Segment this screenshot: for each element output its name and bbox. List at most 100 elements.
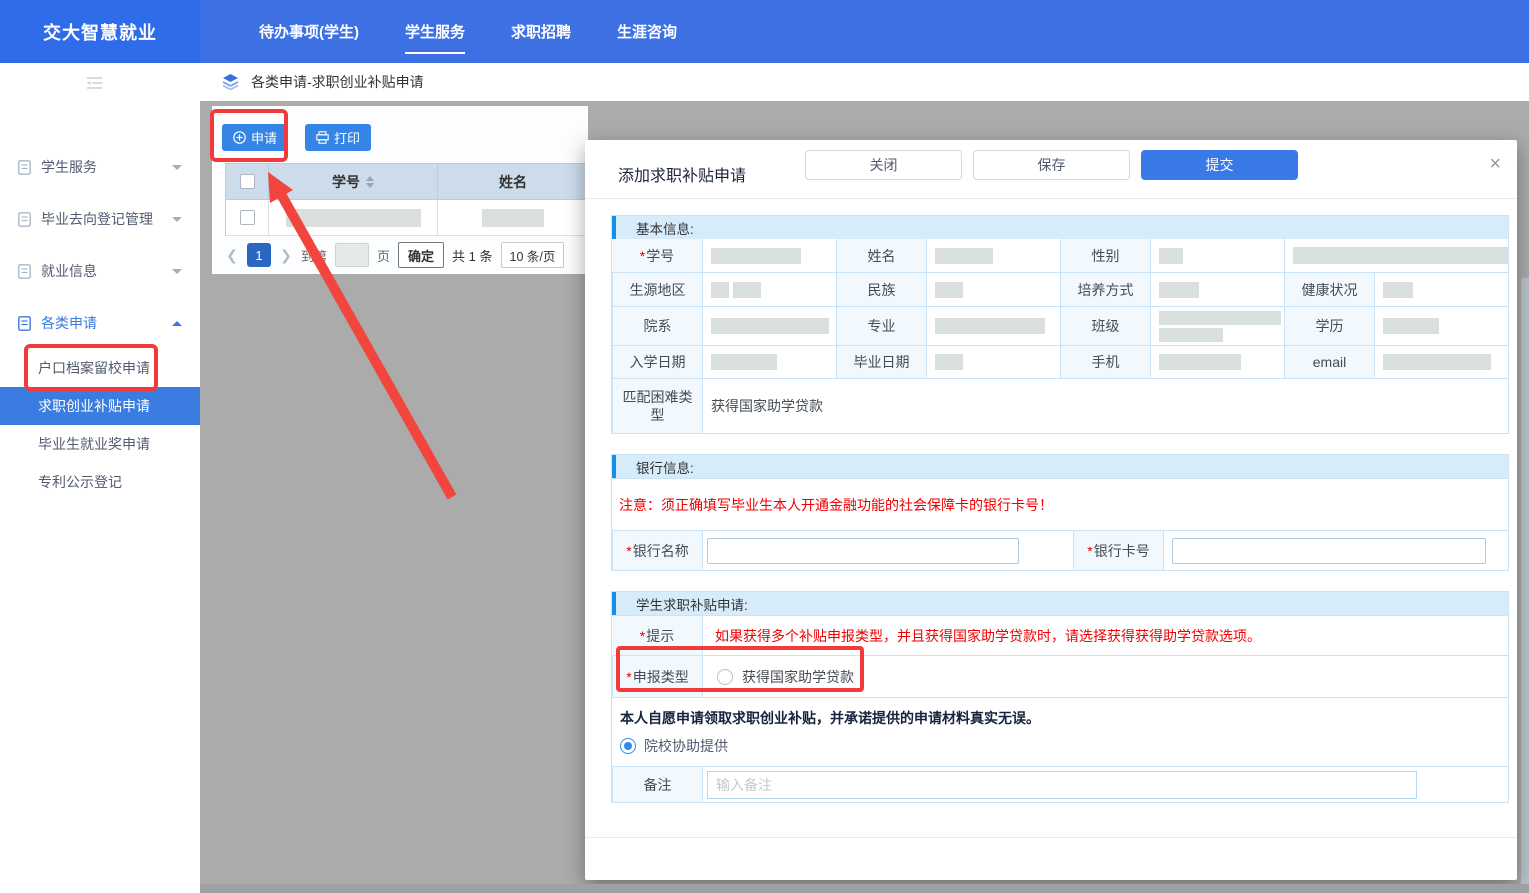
basic-info-section: 基本信息: *学号 姓名 性别 生源地区 民族 培养方式 健康状况 院系 专 [611, 215, 1509, 434]
difficulty-type-label: 匹配困难类型 [617, 388, 698, 424]
redacted-value [1159, 328, 1223, 342]
origin-region-label: 生源地区 [630, 280, 686, 300]
vertical-scrollbar[interactable] [1521, 278, 1529, 884]
sidebar-group-student-services[interactable]: 学生服务 [0, 141, 200, 193]
page-size-select[interactable]: 10 条/页 [501, 242, 565, 268]
ethnicity-label: 民族 [868, 280, 896, 300]
redacted-value [711, 354, 777, 370]
required-asterisk: * [626, 543, 631, 559]
document-icon [18, 316, 31, 331]
required-asterisk: * [640, 248, 645, 264]
column-header-student-id[interactable]: 学号 [269, 164, 438, 200]
redacted-name [482, 209, 544, 227]
prev-page-icon[interactable]: ❮ [225, 247, 239, 264]
top-nav-items: 待办事项(学生) 学生服务 求职招聘 生涯咨询 [200, 0, 700, 63]
nav-item-todo[interactable]: 待办事项(学生) [236, 0, 382, 63]
sidebar-group-employment-info[interactable]: 就业信息 [0, 245, 200, 297]
subsidy-application-section: 学生求职补贴申请: * 提示 如果获得多个补贴申报类型，并且获得国家助学贷款时，请… [611, 591, 1509, 803]
total-count-label: 共 1 条 [452, 246, 492, 265]
modal-title: 添加求职补贴申请 [618, 162, 746, 186]
bank-notice: 注意：须正确填写毕业生本人开通金融功能的社会保障卡的银行卡号！ [619, 495, 1053, 515]
redacted-value [1159, 354, 1241, 370]
education-level-label: 学历 [1316, 316, 1344, 336]
page-number-button[interactable]: 1 [247, 243, 271, 267]
goto-label: 到第 [301, 246, 327, 265]
redacted-value [711, 248, 801, 264]
next-page-icon[interactable]: ❯ [279, 247, 293, 264]
nav-item-job-recruitment[interactable]: 求职招聘 [488, 0, 594, 63]
sidebar-item-hukou-archive[interactable]: 户口档案留校申请 [0, 349, 200, 387]
redacted-value [935, 354, 963, 370]
required-asterisk: * [626, 669, 631, 685]
subsidy-section-header: 学生求职补贴申请: [612, 592, 1508, 615]
redacted-value [935, 282, 963, 298]
divider [585, 198, 1517, 199]
redacted-value [711, 282, 729, 298]
difficulty-type-value: 获得国家助学贷款 [711, 396, 823, 416]
sidebar-group-applications[interactable]: 各类申请 [0, 297, 200, 349]
list-panel: 申请 打印 学号 姓名 ❮ 1 [212, 106, 588, 274]
bank-card-input[interactable] [1172, 538, 1486, 564]
select-all-checkbox[interactable] [240, 174, 255, 189]
close-icon[interactable]: × [1489, 154, 1501, 174]
breadcrumb-bar: 各类申请-求职创业补贴申请 [200, 63, 1529, 101]
bank-name-input[interactable] [707, 538, 1019, 564]
document-icon [18, 264, 31, 279]
email-label: email [1313, 354, 1346, 370]
column-header-name: 姓名 [438, 164, 588, 200]
basic-info-header: 基本信息: [612, 216, 1508, 239]
pagination: ❮ 1 ❯ 到第 页 确定 共 1 条 10 条/页 [225, 237, 588, 273]
breadcrumb: 各类申请-求职创业补贴申请 [251, 72, 424, 92]
school-assist-radio[interactable] [620, 738, 636, 754]
redacted-value [1159, 248, 1183, 264]
tip-text: 如果获得多个补贴申报类型，并且获得国家助学贷款时，请选择获得获得助学贷款选项。 [703, 626, 1261, 646]
layers-icon [222, 74, 239, 90]
redacted-value [1383, 282, 1413, 298]
nav-item-student-services[interactable]: 学生服务 [382, 0, 488, 63]
app-logo: 交大智慧就业 [0, 0, 200, 63]
sidebar-menu: 学生服务 毕业去向登记管理 就业信息 [0, 103, 200, 501]
school-assist-option-label: 院校协助提供 [644, 736, 728, 756]
phone-label: 手机 [1092, 352, 1120, 372]
enrollment-date-label: 入学日期 [630, 352, 686, 372]
close-button[interactable]: 关闭 [805, 150, 962, 180]
sidebar-group-graduation-registration[interactable]: 毕业去向登记管理 [0, 193, 200, 245]
sidebar-item-graduate-award[interactable]: 毕业生就业奖申请 [0, 425, 200, 463]
printer-icon [316, 131, 329, 144]
redacted-value [1383, 318, 1439, 334]
submit-button[interactable]: 提交 [1141, 150, 1298, 180]
print-button[interactable]: 打印 [305, 124, 371, 151]
top-navbar: 交大智慧就业 待办事项(学生) 学生服务 求职招聘 生涯咨询 [0, 0, 1529, 63]
goto-confirm-button[interactable]: 确定 [398, 242, 444, 268]
apply-button[interactable]: 申请 [222, 124, 288, 151]
applications-table: 学号 姓名 [225, 163, 588, 236]
chevron-down-icon [172, 269, 182, 274]
save-button[interactable]: 保存 [973, 150, 1130, 180]
table-header-row: 学号 姓名 [226, 164, 588, 200]
goto-page-input[interactable] [335, 243, 369, 267]
modal-footer-divider [585, 837, 1517, 838]
declare-type-label: 申报类型 [633, 667, 689, 687]
redacted-value [935, 318, 1045, 334]
horizontal-scrollbar[interactable] [200, 884, 1529, 893]
tip-label: 提示 [646, 626, 674, 646]
health-status-label: 健康状况 [1302, 280, 1358, 300]
loan-type-radio[interactable] [717, 669, 733, 685]
toolbar: 申请 打印 [222, 124, 371, 151]
page-suffix-label: 页 [377, 246, 390, 265]
bank-info-header: 银行信息: [612, 455, 1508, 478]
plus-circle-icon [233, 131, 246, 144]
table-row[interactable] [226, 200, 588, 236]
redacted-value [711, 318, 829, 334]
nav-item-career-counseling[interactable]: 生涯咨询 [594, 0, 700, 63]
chevron-down-icon [172, 165, 182, 170]
collapse-menu-icon[interactable] [86, 76, 103, 90]
row-checkbox[interactable] [240, 210, 255, 225]
sidebar-item-job-subsidy[interactable]: 求职创业补贴申请 [0, 387, 200, 425]
sort-icon[interactable] [366, 176, 374, 188]
declaration-text: 本人自愿申请领取求职创业补贴，并承诺提供的申请材料真实无误。 [620, 708, 1040, 728]
major-label: 专业 [868, 316, 896, 336]
sidebar-item-patent-registration[interactable]: 专利公示登记 [0, 463, 200, 501]
remark-input[interactable] [707, 771, 1417, 799]
training-mode-label: 培养方式 [1078, 280, 1134, 300]
